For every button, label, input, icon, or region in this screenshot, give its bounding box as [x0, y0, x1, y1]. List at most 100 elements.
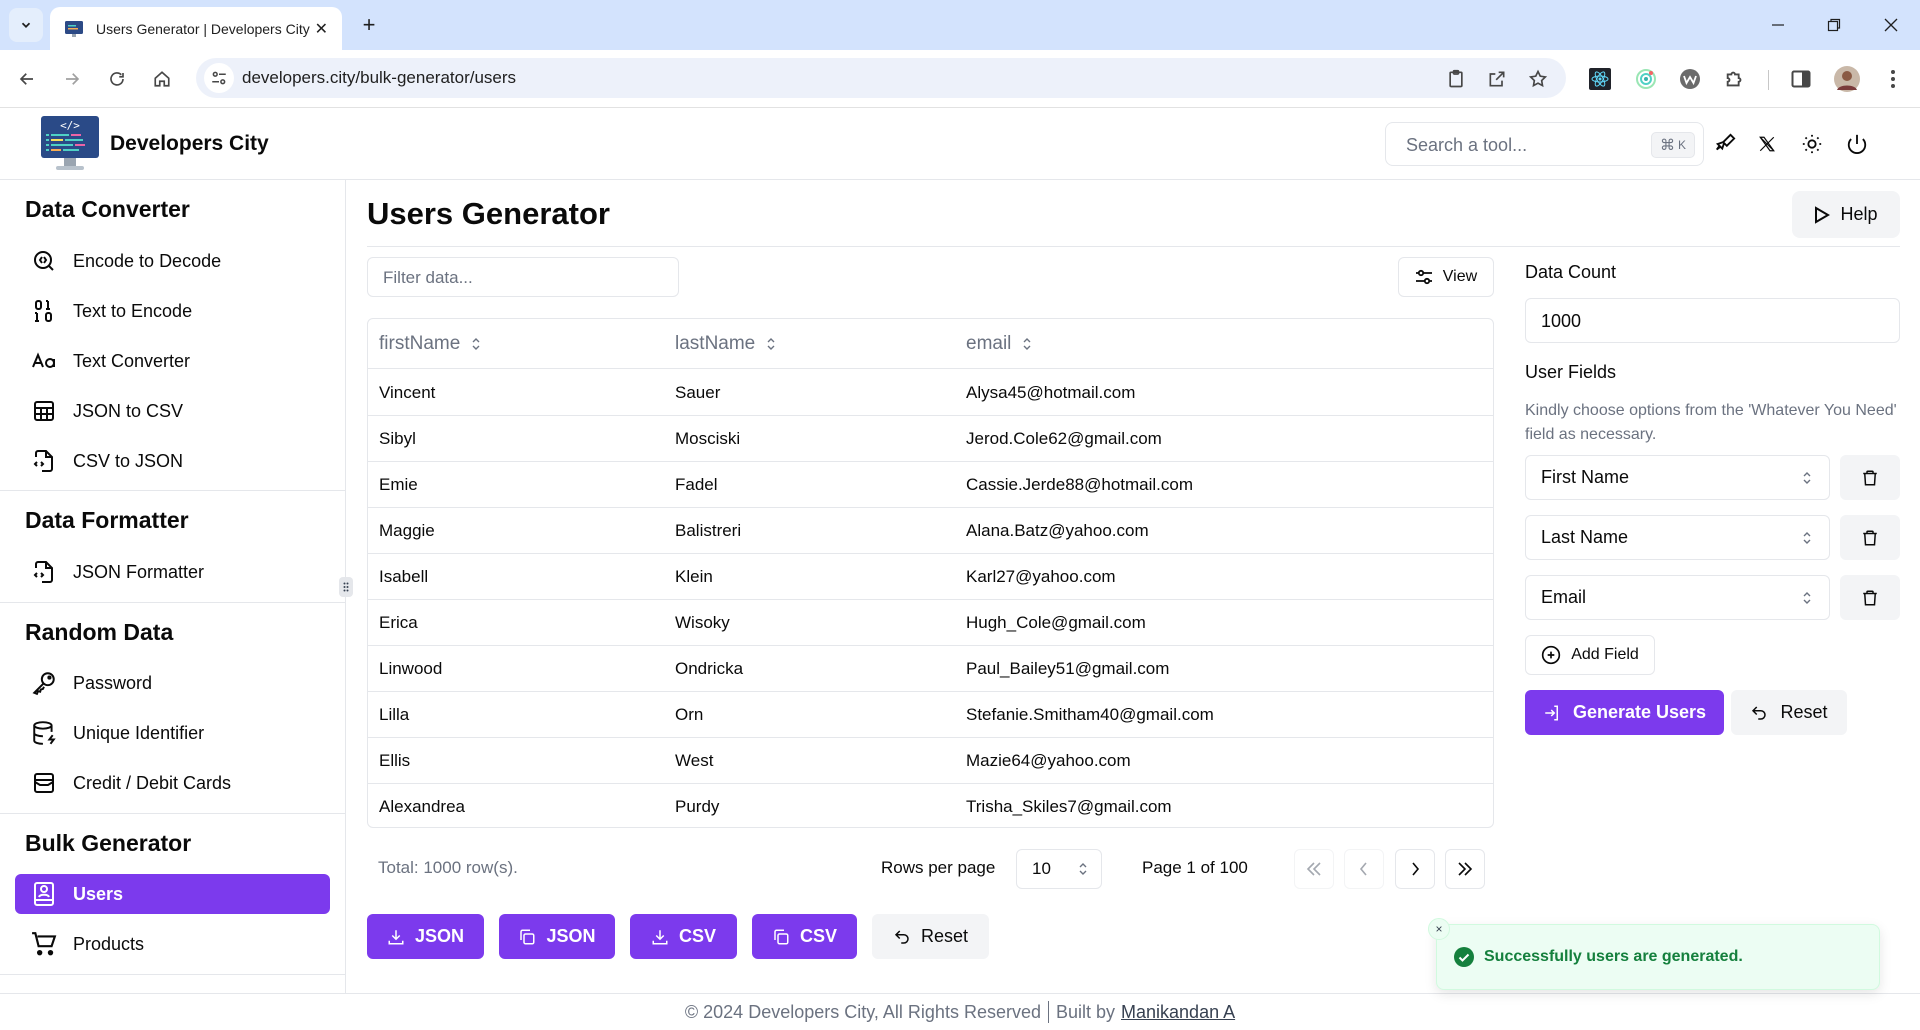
- rows-per-page-select[interactable]: 10: [1016, 849, 1102, 889]
- binary-icon: [31, 298, 57, 324]
- column-header-email[interactable]: email: [966, 333, 1031, 355]
- close-icon: ×: [1435, 922, 1443, 936]
- author-link[interactable]: Manikandan A: [1121, 1002, 1235, 1023]
- sidebar-item-json-formatter[interactable]: JSON Formatter: [15, 552, 330, 592]
- back-button[interactable]: [12, 64, 42, 94]
- close-window-button[interactable]: [1868, 10, 1914, 40]
- paintbrush-icon[interactable]: [1711, 130, 1739, 158]
- power-icon[interactable]: [1843, 130, 1871, 158]
- sidebar-item-products[interactable]: Products: [15, 924, 330, 964]
- sidebar-item-credit-debit-cards[interactable]: Credit / Debit Cards: [15, 763, 330, 803]
- delete-field-last-name-button[interactable]: [1840, 515, 1900, 560]
- restore-button[interactable]: [1811, 10, 1857, 40]
- copy-icon: [520, 929, 535, 944]
- table-row[interactable]: Alexandrea Purdy Trisha_Skiles7@gmail.com: [368, 784, 1493, 827]
- site-info-button[interactable]: [204, 63, 234, 93]
- new-tab-button[interactable]: +: [354, 10, 384, 40]
- table-row[interactable]: Emie Fadel Cassie.Jerde88@hotmail.com: [368, 462, 1493, 508]
- table-row[interactable]: Isabell Klein Karl27@yahoo.com: [368, 554, 1493, 600]
- table-cell-lastname: Balistreri: [675, 521, 742, 540]
- next-page-button[interactable]: [1395, 849, 1435, 889]
- extensions-puzzle-icon[interactable]: [1722, 66, 1748, 92]
- view-columns-button[interactable]: View: [1398, 257, 1494, 297]
- download-icon: [388, 929, 404, 944]
- generate-users-button[interactable]: Generate Users: [1525, 690, 1724, 735]
- sidebar-item-text-converter[interactable]: Text Converter: [15, 341, 330, 381]
- table-cell-lastname: Sauer: [675, 383, 721, 402]
- sidebar-item-users[interactable]: Users: [15, 874, 330, 914]
- tool-search-input[interactable]: Search a tool... ⌘ K: [1385, 122, 1704, 166]
- copy-csv-button[interactable]: CSV: [752, 914, 857, 959]
- react-devtools-icon[interactable]: [1587, 66, 1613, 92]
- tab-search-button[interactable]: [9, 8, 43, 42]
- table-row[interactable]: Erica Wisoky Hugh_Cole@gmail.com: [368, 600, 1493, 646]
- field-select-last-name[interactable]: Last Name: [1525, 515, 1830, 560]
- table-row[interactable]: Linwood Ondricka Paul_Bailey51@gmail.com: [368, 646, 1493, 692]
- bookmark-star-icon[interactable]: [1526, 67, 1550, 91]
- chrome-menu-icon[interactable]: [1880, 66, 1906, 92]
- share-icon[interactable]: [1485, 67, 1509, 91]
- download-csv-button[interactable]: CSV: [630, 914, 737, 959]
- table-cell-email: Hugh_Cole@gmail.com: [966, 613, 1146, 632]
- help-button[interactable]: Help: [1792, 191, 1900, 238]
- browser-tab-active[interactable]: Users Generator | Developers City ✕: [50, 7, 342, 50]
- home-button[interactable]: [147, 64, 177, 94]
- column-header-firstname[interactable]: firstName: [379, 333, 480, 355]
- column-header-lastname[interactable]: lastName: [675, 333, 775, 355]
- sidebar-item-password[interactable]: Password: [15, 663, 330, 703]
- table-row[interactable]: Ellis West Mazie64@yahoo.com: [368, 738, 1493, 784]
- address-bar[interactable]: developers.city/bulk-generator/users: [196, 58, 1566, 98]
- data-count-input[interactable]: 1000: [1525, 298, 1900, 343]
- copy-json-button[interactable]: JSON: [499, 914, 615, 959]
- last-page-button[interactable]: [1445, 849, 1485, 889]
- developers-city-logo[interactable]: </>: [40, 114, 100, 174]
- delete-field-first-name-button[interactable]: [1840, 455, 1900, 500]
- search-code-icon: [31, 248, 57, 274]
- first-page-button[interactable]: [1294, 849, 1334, 889]
- extension-w-icon[interactable]: [1677, 66, 1703, 92]
- tab-close-icon[interactable]: ✕: [315, 19, 328, 39]
- sidebar-item-csv-to-json[interactable]: CSV to JSON: [15, 441, 330, 481]
- table-cell-firstname: Erica: [379, 613, 418, 632]
- play-icon: [1815, 205, 1831, 224]
- sidebar-item-encode-to-decode[interactable]: Encode to Decode: [15, 241, 330, 281]
- profile-avatar[interactable]: [1834, 66, 1860, 92]
- extension-target-icon[interactable]: [1633, 66, 1659, 92]
- table-row[interactable]: Maggie Balistreri Alana.Batz@yahoo.com: [368, 508, 1493, 554]
- sidebar-section-title: Data Converter: [25, 196, 190, 222]
- add-field-button[interactable]: Add Field: [1525, 635, 1655, 675]
- previous-page-button[interactable]: [1344, 849, 1384, 889]
- table-cell-firstname: Vincent: [379, 383, 436, 402]
- table-row[interactable]: Vincent Sauer Alysa45@hotmail.com: [368, 370, 1493, 416]
- delete-field-email-button[interactable]: [1840, 575, 1900, 620]
- filter-data-input[interactable]: Filter data...: [367, 257, 679, 297]
- reload-button[interactable]: [102, 64, 132, 94]
- minimize-button[interactable]: [1755, 10, 1801, 40]
- chevrons-right-icon: [1458, 862, 1473, 876]
- sidebar-item-json-to-csv[interactable]: JSON to CSV: [15, 391, 330, 431]
- x-twitter-icon[interactable]: [1753, 130, 1781, 158]
- sun-theme-icon[interactable]: [1798, 130, 1826, 158]
- field-select-first-name[interactable]: First Name: [1525, 455, 1830, 500]
- sidebar-resize-handle[interactable]: [339, 577, 353, 597]
- clipboard-icon[interactable]: [1444, 67, 1468, 91]
- reset-table-button[interactable]: Reset: [872, 914, 989, 959]
- toast-close-button[interactable]: ×: [1428, 918, 1450, 940]
- sidebar-item-text-to-encode[interactable]: Text to Encode: [15, 291, 330, 331]
- table-row[interactable]: Lilla Orn Stefanie.Smitham40@gmail.com: [368, 692, 1493, 738]
- forward-button[interactable]: [57, 64, 87, 94]
- field-select-email[interactable]: Email: [1525, 575, 1830, 620]
- brand-name[interactable]: Developers City: [110, 132, 269, 156]
- tab-title: Users Generator | Developers City: [96, 20, 310, 37]
- download-json-button[interactable]: JSON: [367, 914, 484, 959]
- table-cell-firstname: Linwood: [379, 659, 443, 678]
- search-shortcut-badge: ⌘ K: [1650, 132, 1695, 158]
- reset-form-button[interactable]: Reset: [1731, 690, 1847, 735]
- url-text[interactable]: developers.city/bulk-generator/users: [242, 68, 516, 88]
- title-divider: [367, 246, 1900, 247]
- sliders-icon: [1415, 269, 1432, 285]
- side-panel-icon[interactable]: [1788, 66, 1814, 92]
- log-in-icon: [1545, 705, 1558, 720]
- sidebar-item-unique-identifier[interactable]: Unique Identifier: [15, 713, 330, 753]
- table-row[interactable]: Sibyl Mosciski Jerod.Cole62@gmail.com: [368, 416, 1493, 462]
